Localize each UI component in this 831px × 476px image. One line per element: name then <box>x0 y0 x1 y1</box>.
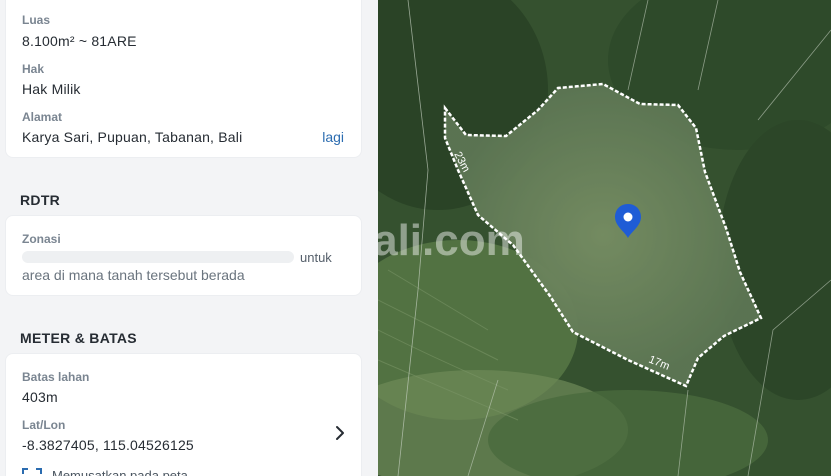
boundary-card: Batas lahan 403m Lat/Lon -8.3827405, 115… <box>5 353 362 476</box>
chevron-right-icon[interactable] <box>333 424 347 442</box>
hak-label: Hak <box>22 62 45 76</box>
alamat-label: Alamat <box>22 110 63 124</box>
watermark-text: dapbali.com <box>378 216 525 265</box>
rdtr-section-title: RDTR <box>20 192 61 208</box>
zonasi-card: Zonasi untuk area di mana tanah tersebut… <box>5 215 362 296</box>
alamat-value: Karya Sari, Pupuan, Tabanan, Bali <box>22 129 243 145</box>
latlon-value: -8.3827405, 115.04526125 <box>22 437 194 453</box>
center-map-icon[interactable] <box>22 468 42 476</box>
batas-label: Batas lahan <box>22 370 90 384</box>
property-info-card: Luas 8.100m² ~ 81ARE Hak Hak Milik Alama… <box>5 0 362 158</box>
zonasi-partial-text: untuk <box>300 250 332 265</box>
luas-label: Luas <box>22 13 51 27</box>
batas-value: 403m <box>22 389 58 405</box>
meter-section-title: METER & BATAS <box>20 330 137 346</box>
zonasi-description: area di mana tanah tersebut berada <box>22 267 245 283</box>
satellite-map[interactable]: 23m 17m dapbali.com <box>378 0 831 476</box>
zonasi-label: Zonasi <box>22 232 61 246</box>
property-detail-panel: Luas 8.100m² ~ 81ARE Hak Hak Milik Alama… <box>0 0 378 476</box>
hak-value: Hak Milik <box>22 81 81 97</box>
latlon-label: Lat/Lon <box>22 418 66 432</box>
luas-value: 8.100m² ~ 81ARE <box>22 33 137 49</box>
zonasi-loading-placeholder <box>22 251 294 263</box>
center-map-action[interactable]: Memusatkan pada peta <box>52 468 188 476</box>
alamat-more-link[interactable]: lagi <box>322 129 344 145</box>
